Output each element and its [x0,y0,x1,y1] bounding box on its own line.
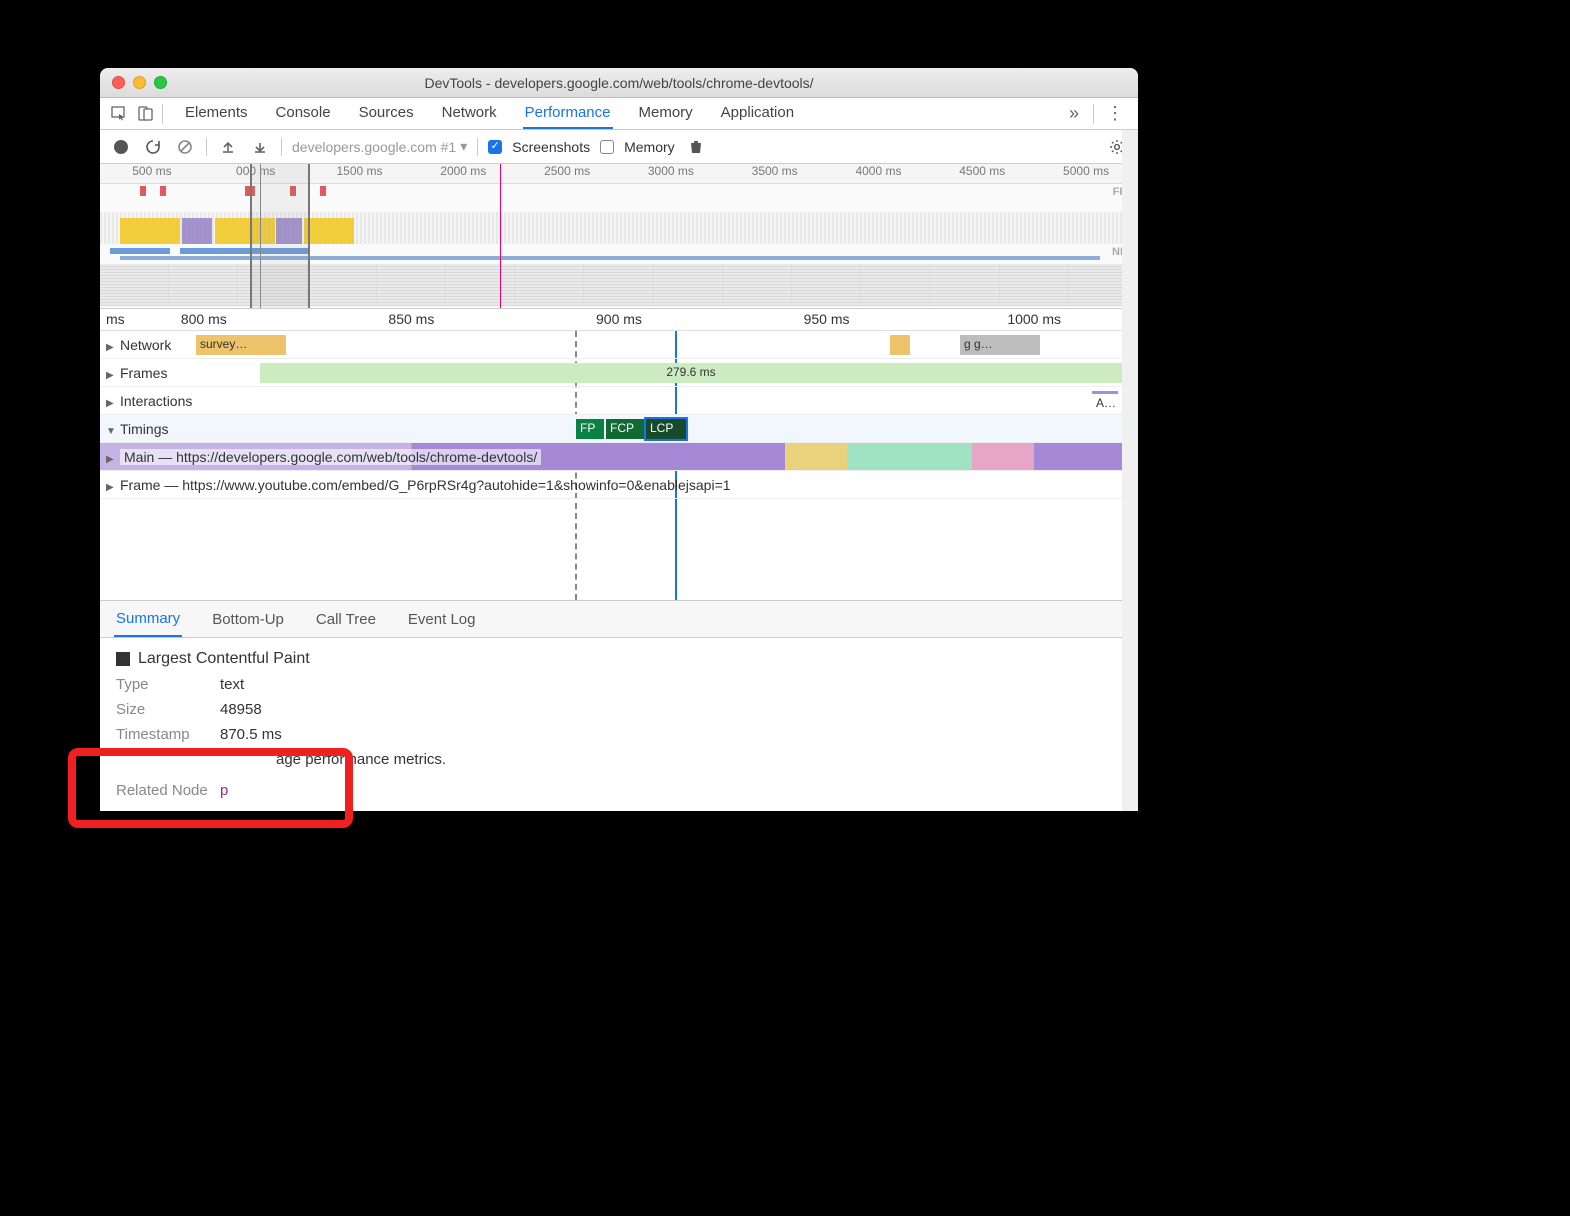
disclosure-triangle-icon[interactable] [106,393,116,409]
recording-select[interactable]: developers.google.com #1 ▾ [292,138,467,155]
tab-console[interactable]: Console [274,98,333,129]
gc-button[interactable] [685,136,707,158]
interaction-chunk[interactable]: A… [1092,391,1118,411]
timing-lcp[interactable]: LCP [646,419,686,439]
tab-summary[interactable]: Summary [114,602,182,637]
related-node-key: Related Node [116,782,208,799]
devtools-window: DevTools - developers.google.com/web/too… [100,68,1138,811]
record-button[interactable] [110,136,132,158]
track-frames[interactable]: Frames 279.6 ms [100,359,1138,387]
network-chunk[interactable]: survey… [196,335,286,355]
timeline-overview[interactable]: 500 ms 000 ms 1500 ms 2000 ms 2500 ms 30… [100,164,1138,309]
screenshots-checkbox[interactable] [488,140,502,154]
related-node-value[interactable]: p [220,782,228,799]
track-network[interactable]: Network survey… g g… [100,331,1138,359]
metrics-partial-text: age performance metrics. [276,751,1122,768]
device-toggle-icon[interactable] [132,101,158,127]
network-chunk-gg[interactable]: g g… [960,335,1040,355]
save-profile-button[interactable] [249,136,271,158]
tab-performance[interactable]: Performance [523,98,613,129]
frame-chunk[interactable]: 279.6 ms [260,363,1122,383]
timestamp-value: 870.5 ms [220,726,282,743]
tabs-overflow-button[interactable]: » [1059,103,1089,124]
perf-toolbar: developers.google.com #1 ▾ Screenshots M… [100,130,1138,164]
tab-memory[interactable]: Memory [637,98,695,129]
screenshots-label: Screenshots [512,139,590,155]
timestamp-key: Timestamp [116,726,208,743]
track-interactions[interactable]: Interactions A… [100,387,1138,415]
timing-fp[interactable]: FP [576,419,604,439]
network-chunk-right[interactable] [890,335,910,355]
track-main[interactable]: Main — https://developers.google.com/web… [100,443,1138,471]
summary-title: Largest Contentful Paint [138,650,310,668]
type-value: text [220,676,244,693]
main-tabs: Elements Console Sources Network Perform… [100,98,1138,130]
event-color-swatch [116,652,130,666]
memory-checkbox[interactable] [600,140,614,154]
size-value: 48958 [220,701,262,718]
tab-event-log[interactable]: Event Log [406,603,478,636]
type-key: Type [116,676,208,693]
track-frame[interactable]: Frame — https://www.youtube.com/embed/G_… [100,471,1138,499]
tab-bottom-up[interactable]: Bottom-Up [210,603,286,636]
disclosure-triangle-icon[interactable] [106,477,116,493]
load-profile-button[interactable] [217,136,239,158]
chevron-down-icon: ▾ [460,138,467,155]
timing-fcp[interactable]: FCP [606,419,644,439]
flamechart-area: ms 800 ms 850 ms 900 ms 950 ms 1000 ms N… [100,309,1138,811]
tab-network[interactable]: Network [440,98,499,129]
zoom-window-button[interactable] [154,76,167,89]
disclosure-triangle-icon[interactable] [106,337,116,353]
detail-ruler: ms 800 ms 850 ms 900 ms 950 ms 1000 ms [100,309,1138,331]
tab-call-tree[interactable]: Call Tree [314,603,378,636]
summary-panel: Largest Contentful Paint Type text Size 48… [100,638,1138,811]
window-scrollbar[interactable] [1122,130,1138,811]
close-window-button[interactable] [112,76,125,89]
clear-button[interactable] [174,136,196,158]
tracks-container[interactable]: Network survey… g g… Frames 279.6 ms Int… [100,331,1138,600]
panel-tabs: Elements Console Sources Network Perform… [183,98,1059,129]
memory-label: Memory [624,139,675,155]
disclosure-triangle-icon[interactable] [106,421,116,437]
ms-prefix: ms [106,309,125,327]
disclosure-triangle-icon[interactable] [106,449,116,465]
inspect-icon[interactable] [106,101,132,127]
minimize-window-button[interactable] [133,76,146,89]
summary-title-row: Largest Contentful Paint [116,650,1122,668]
tab-application[interactable]: Application [719,98,796,129]
track-timings[interactable]: Timings FP FCP LCP [100,415,1138,443]
reload-button[interactable] [142,136,164,158]
summary-tabs: Summary Bottom-Up Call Tree Event Log [100,600,1138,638]
window-title: DevTools - developers.google.com/web/too… [100,75,1138,91]
window-controls [112,76,167,89]
disclosure-triangle-icon[interactable] [106,365,116,381]
tab-elements[interactable]: Elements [183,98,250,129]
size-key: Size [116,701,208,718]
tab-sources[interactable]: Sources [357,98,416,129]
more-menu-button[interactable]: ⋮ [1098,103,1132,124]
titlebar: DevTools - developers.google.com/web/too… [100,68,1138,98]
recording-select-label: developers.google.com #1 [292,139,456,155]
overview-selection-handle[interactable] [250,164,310,308]
